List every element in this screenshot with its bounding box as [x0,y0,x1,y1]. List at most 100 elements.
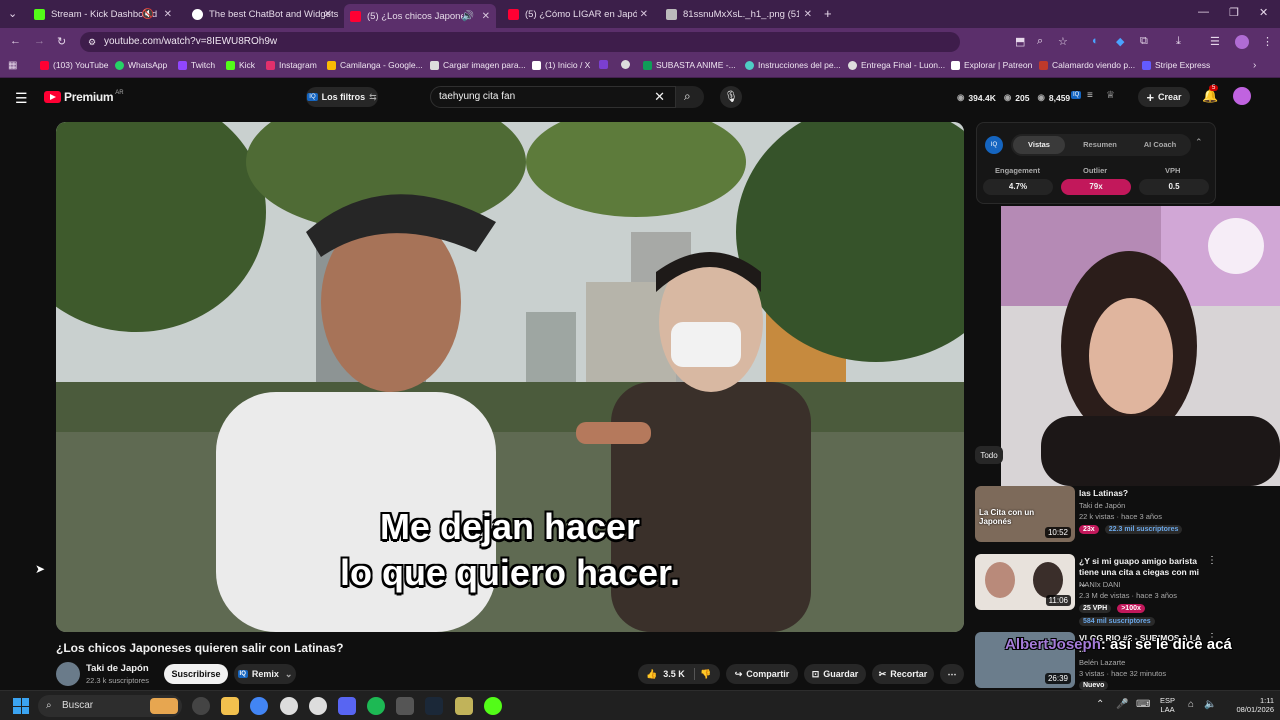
tab-vistas[interactable]: Vistas [1013,136,1065,154]
windows-start-icon[interactable] [13,698,29,714]
tools-icon[interactable]: ≡ [1087,90,1093,101]
bookmark-whatsapp[interactable]: WhatsApp [115,60,167,70]
audio-icon[interactable]: 🔊 [462,11,474,22]
search-button[interactable]: ⌕ [676,86,704,108]
tab-search-icon[interactable]: ⌄ [8,7,17,20]
search-input[interactable]: taehyung cita fan ✕ [430,86,676,108]
bookmark-cargar-imagen[interactable]: Cargar imagen para... [430,60,526,70]
tab-youtube-2[interactable]: (5) ¿Cómo LIGAR en Japón sien ✕ [502,3,654,25]
video-player[interactable]: Me dejan hacer lo que quiero hacer. [56,122,964,632]
remix-button[interactable]: IQ Remix ⌄ [234,664,296,684]
award-icon[interactable]: ♕ [1106,90,1115,101]
bookmark-instagram[interactable]: Instagram [266,60,317,70]
bookmark-instrucciones[interactable]: Instrucciones del pe... [745,60,841,70]
extension-icon[interactable]: ◆ [1116,35,1124,48]
profile-avatar[interactable] [1235,35,1249,49]
voice-search-button[interactable]: 🎙 [720,86,742,108]
microphone-icon[interactable]: 🎤 [1116,699,1128,710]
tray-chevron-icon[interactable]: ⌃ [1096,699,1104,710]
settings-icon[interactable] [309,697,327,715]
share-button[interactable]: ↪ Compartir [726,664,798,684]
save-button[interactable]: ⊡ Guardar [804,664,866,684]
chip-all[interactable]: Todo [975,446,1003,464]
apps-grid-icon[interactable]: ▦ [8,60,17,71]
more-actions-button[interactable]: ⋯ [940,664,964,684]
bookmark-calamardo[interactable]: Calamardo viendo p... [1039,60,1135,70]
taskbar-search[interactable]: ⌕ Buscar [38,695,182,717]
reload-icon[interactable]: ↻ [57,35,66,48]
kick-app-icon[interactable] [484,697,502,715]
close-tab-icon[interactable]: ✕ [804,9,812,20]
menu-icon[interactable]: ⋮ [1262,35,1273,48]
maximize-icon[interactable]: ❐ [1229,6,1239,19]
new-tab-icon[interactable]: + [824,6,832,21]
subscribe-button[interactable]: Suscribirse [164,664,228,684]
like-count[interactable]: 3.5 K [663,669,685,679]
like-icon[interactable]: 👍 [646,669,657,680]
close-tab-icon[interactable]: ✕ [640,9,648,20]
clip-button[interactable]: ✂ Recortar [872,664,934,684]
app-icon[interactable] [455,697,473,715]
tab-ai-coach[interactable]: AI Coach [1135,136,1185,154]
bookmark-patreon[interactable]: Explorar | Patreon [951,60,1032,70]
close-window-icon[interactable]: ✕ [1259,6,1268,19]
install-icon[interactable]: ⬒ [1015,35,1025,48]
more-bookmarks-icon[interactable]: › [1253,60,1256,71]
collapse-icon[interactable]: ⌃ [1195,137,1203,148]
related-video[interactable]: La Cita con un Japonés 10:52 las Latinas… [975,486,1273,546]
language-indicator[interactable]: ESP LAA [1160,696,1175,714]
file-explorer-icon[interactable] [221,697,239,715]
chrome-icon[interactable] [250,697,268,715]
extension-icon[interactable]: ◐ [1092,35,1099,47]
volume-icon[interactable]: 🔈 [1204,699,1216,710]
forward-icon[interactable]: → [34,35,45,47]
bookmark-purple[interactable] [599,60,612,69]
close-tab-icon[interactable]: ✕ [164,9,172,20]
bookmark-x[interactable]: (1) Inicio / X [532,60,590,70]
bookmark-star-icon[interactable]: ☆ [1058,35,1068,48]
bookmark-youtube[interactable]: (103) YouTube [40,60,108,70]
zoom-icon[interactable]: ⌕ [1037,35,1043,48]
app-icon[interactable] [192,697,210,715]
spotify-icon[interactable] [367,697,385,715]
tab-image[interactable]: 81ssnuMxXsL._h1_.png (512×5 ✕ [660,3,818,25]
more-options-icon[interactable]: ⋮ [1207,555,1217,566]
tab-kick-dashboard[interactable]: Stream - Kick Dashboard 🔇 ✕ [28,3,178,25]
bookmark-camilanga[interactable]: Camilanga - Google... [327,60,423,70]
tab-resumen[interactable]: Resumen [1075,136,1125,154]
bookmark-subasta[interactable]: SUBASTA ANIME -... [643,60,736,70]
account-avatar[interactable] [1233,87,1251,105]
bookmark-kick[interactable]: Kick [226,60,255,70]
youtube-logo[interactable]: Premium AR [44,90,124,104]
extensions-puzzle-icon[interactable]: ⧉ [1140,35,1148,48]
related-video[interactable]: 11:06 ¿Y si mi guapo amigo barista tiene… [975,554,1273,626]
clear-search-icon[interactable]: ✕ [654,87,665,107]
channel-name[interactable]: Taki de Japón [86,663,149,674]
bookmark-stripe[interactable]: Stripe Express [1142,60,1210,70]
steam-icon[interactable] [425,697,443,715]
app-icon[interactable] [396,697,414,715]
hamburger-menu-icon[interactable]: ☰ [15,90,28,107]
network-icon[interactable]: ⌂ [1188,699,1194,710]
bookmark-twitch[interactable]: Twitch [178,60,215,70]
discord-icon[interactable] [338,697,356,715]
tab-chatbot[interactable]: The best ChatBot and Widgets ✕ [186,3,338,25]
bookmark-globe[interactable] [621,60,634,69]
close-tab-icon[interactable]: ✕ [324,9,332,20]
filters-button[interactable]: IQ Los filtros ⇆ [306,87,378,107]
minimize-icon[interactable]: — [1198,6,1209,18]
create-button[interactable]: + Crear [1138,87,1190,107]
keyboard-icon[interactable]: ⌨ [1136,699,1150,710]
channel-avatar[interactable] [56,662,80,686]
clock[interactable]: 1:11 08/01/2026 [1222,696,1274,714]
obs-icon[interactable] [280,697,298,715]
bookmark-entrega-final[interactable]: Entrega Final - Luon... [848,60,945,70]
site-info-icon[interactable]: ⚙ [88,32,96,52]
mute-icon[interactable]: 🔇 [142,9,154,20]
tab-youtube-active[interactable]: (5) ¿Los chicos Japoneses q 🔊 ✕ [344,4,496,28]
address-bar[interactable]: ⚙ youtube.com/watch?v=8IEWU8ROh9w [80,32,960,52]
dislike-icon[interactable]: 👎 [700,669,711,680]
extension-icon[interactable]: IQ [1071,91,1082,99]
media-icon[interactable]: ☰ [1210,35,1220,48]
download-icon[interactable]: ⤓ [1176,35,1181,48]
